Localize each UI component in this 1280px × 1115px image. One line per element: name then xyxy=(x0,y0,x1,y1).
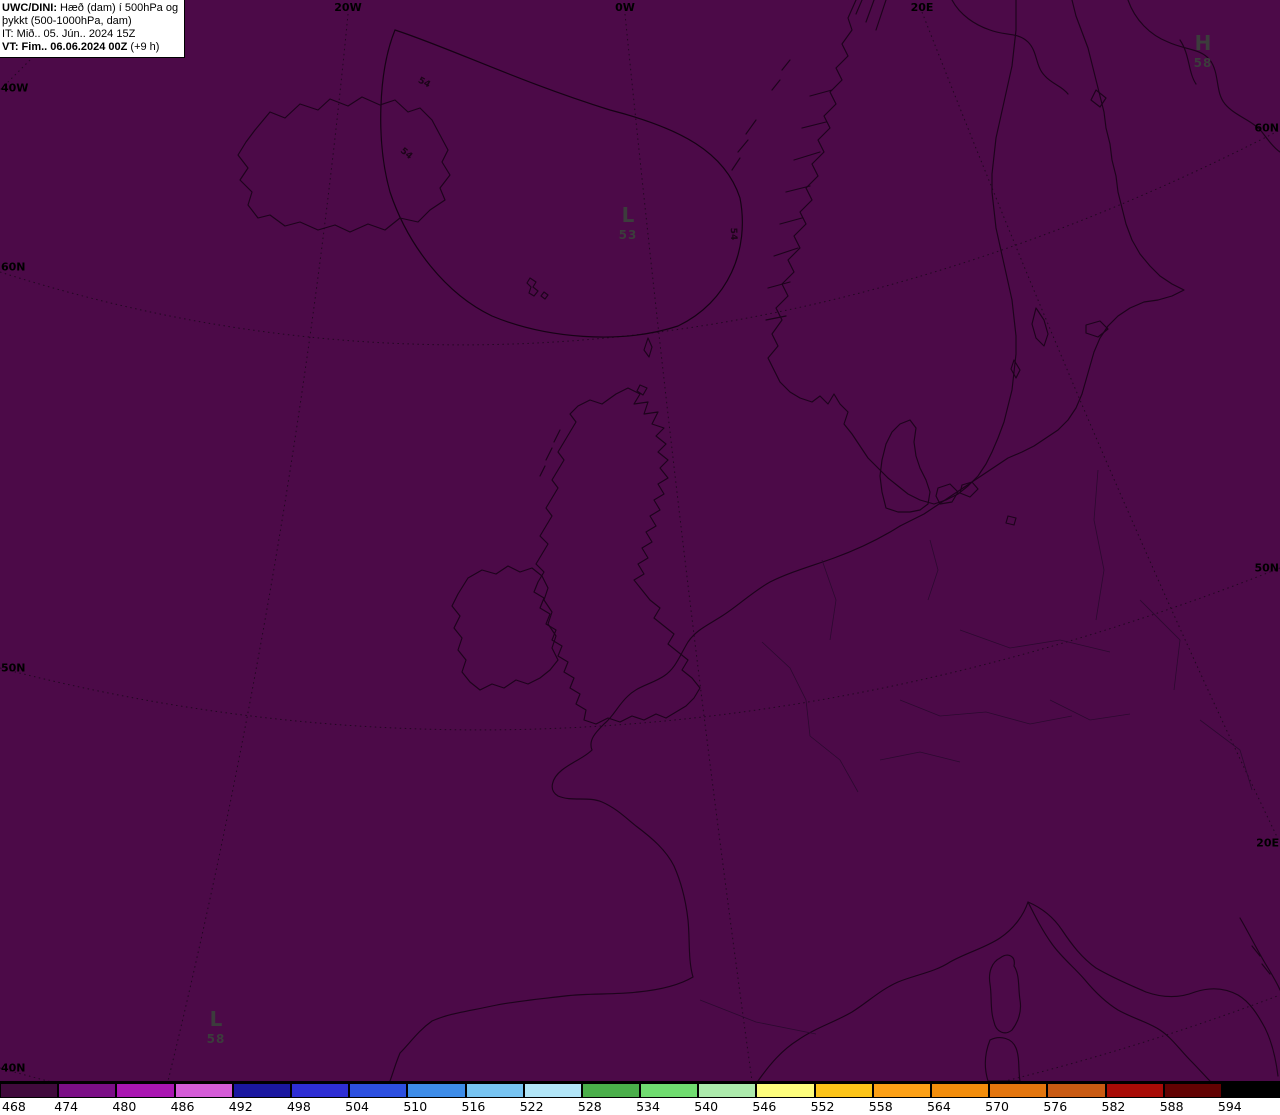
map-canvas: 20W 0W 20E 40W 60N 50N 40N 60N 50N 20E L 53 H 58 L 58 54… xyxy=(0,0,1280,1081)
colorbar-swatch-504 xyxy=(349,1083,408,1098)
map-graphics xyxy=(0,0,1280,1081)
colorbar-swatch-582 xyxy=(1105,1083,1164,1098)
colorbar-value-582: 582 xyxy=(1101,1099,1126,1114)
colorbar-swatch-486 xyxy=(174,1083,233,1098)
colorbar-value-468: 468 xyxy=(2,1099,26,1114)
title-line-1: UWC/DINI: Hæð (dam) í 500hPa og xyxy=(2,2,179,14)
colorbar-value-534: 534 xyxy=(636,1099,660,1114)
graticule-lines xyxy=(0,11,1280,1081)
colorbar-swatch-522 xyxy=(523,1083,582,1098)
colorbar-value-486: 486 xyxy=(170,1099,195,1114)
colorbar-swatches xyxy=(0,1083,1280,1100)
colorbar-value-labels: 468 474 480 486 492 498 504 510 516 522 528 534 540 5… xyxy=(0,1099,1280,1115)
colorbar-value-522: 522 xyxy=(519,1099,544,1114)
colorbar-swatch-468 xyxy=(0,1083,59,1098)
title-line-3: IT: Mið.. 05. Jún.. 2024 15Z xyxy=(2,28,136,40)
colorbar-swatch-492 xyxy=(232,1083,291,1098)
colorbar-swatch-552 xyxy=(814,1083,873,1098)
colorbar-value-480: 480 xyxy=(112,1099,137,1114)
colorbar-value-558: 558 xyxy=(868,1099,893,1114)
colorbar-swatch-576 xyxy=(1047,1083,1106,1098)
colorbar-swatch-498 xyxy=(290,1083,350,1098)
colorbar-value-564: 564 xyxy=(926,1099,951,1114)
colorbar-swatch-594 xyxy=(1221,1083,1280,1098)
colorbar-swatch-570 xyxy=(989,1083,1048,1098)
colorbar-value-570: 570 xyxy=(985,1099,1010,1114)
colorbar-swatch-540 xyxy=(698,1083,757,1098)
colorbar-value-528: 528 xyxy=(577,1099,602,1114)
weather-map-screen: 20W 0W 20E 40W 60N 50N 40N 60N 50N 20E L 53 H 58 L 58 54… xyxy=(0,0,1280,1115)
colorbar-swatch-510 xyxy=(407,1083,466,1098)
colorbar-swatch-528 xyxy=(581,1083,641,1098)
colorbar-value-504: 504 xyxy=(345,1099,370,1114)
colorbar-value-588: 588 xyxy=(1159,1099,1184,1114)
colorbar-swatch-480 xyxy=(116,1083,175,1098)
height-contour-54 xyxy=(380,29,743,338)
colorbar-value-510: 510 xyxy=(403,1099,428,1114)
colorbar-swatch-516 xyxy=(465,1083,524,1098)
colorbar-value-576: 576 xyxy=(1043,1099,1068,1114)
colorbar-value-594: 594 xyxy=(1217,1099,1242,1114)
colorbar-value-492: 492 xyxy=(228,1099,253,1114)
colorbar-swatch-474 xyxy=(58,1083,117,1098)
colorbar-swatch-588 xyxy=(1163,1083,1222,1098)
colorbar-value-498: 498 xyxy=(286,1099,311,1114)
title-line-2: þykkt (500-1000hPa, dam) xyxy=(2,15,132,27)
map-title-box: UWC/DINI: Hæð (dam) í 500hPa og þykkt (5… xyxy=(0,0,186,58)
country-borders xyxy=(699,469,1253,1035)
colorbar-value-474: 474 xyxy=(54,1099,79,1114)
colorbar-swatch-564 xyxy=(931,1083,990,1098)
colorbar-value-540: 540 xyxy=(694,1099,719,1114)
colorbar-value-516: 516 xyxy=(461,1099,486,1114)
title-line-4: VT: Fim.. 06.06.2024 00Z (+9 h) xyxy=(2,41,160,53)
colorbar-value-546: 546 xyxy=(752,1099,777,1114)
thickness-colorbar: 468 474 480 486 492 498 504 510 516 522 528 534 540 5… xyxy=(0,1081,1280,1115)
colorbar-swatch-534 xyxy=(640,1083,699,1098)
colorbar-value-552: 552 xyxy=(810,1099,835,1114)
colorbar-swatch-546 xyxy=(756,1083,815,1098)
coastlines xyxy=(237,0,1280,1081)
colorbar-swatch-558 xyxy=(872,1083,931,1098)
